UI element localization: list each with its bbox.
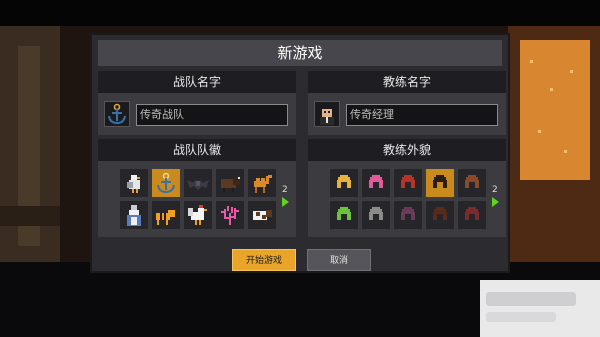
coach-name-header: 教练名字: [308, 71, 506, 93]
team-name-header: 战队名字: [98, 71, 296, 93]
anchor-icon: [157, 172, 175, 194]
cancel-button[interactable]: 取消: [307, 249, 371, 271]
hair-brown-icon: [465, 175, 479, 188]
logo-bison[interactable]: [216, 169, 244, 197]
wizard-icon: [127, 205, 141, 226]
coach-look-option[interactable]: [362, 169, 390, 197]
hair-black-icon: [433, 175, 447, 188]
coach-look-option[interactable]: [330, 201, 358, 229]
logo-wizard[interactable]: [120, 201, 148, 229]
background-shelf: [0, 206, 60, 226]
hair-maroon-icon: [465, 207, 479, 220]
coach-look-option[interactable]: [458, 169, 486, 197]
logo-seagull[interactable]: [120, 169, 148, 197]
logo-rooster[interactable]: [184, 201, 212, 229]
hair-dark-brown-icon: [433, 207, 447, 220]
logo-anchor[interactable]: [152, 169, 180, 197]
hair-blonde-icon: [337, 175, 351, 188]
hair-purple-icon: [401, 207, 415, 220]
team-logo-header: 战队队徽: [98, 139, 296, 161]
cow-icon: [253, 210, 272, 225]
coach-look-option[interactable]: [426, 169, 454, 197]
team-name-input[interactable]: 传奇战队: [136, 104, 288, 126]
coach-look-option[interactable]: [394, 201, 422, 229]
coach-look-option[interactable]: [330, 169, 358, 197]
coach-look-panel: 教练外貌 2: [308, 139, 506, 237]
coach-look-option[interactable]: [362, 201, 390, 229]
logo-cow[interactable]: [248, 201, 276, 229]
coach-look-header: 教练外貌: [308, 139, 506, 161]
coach-look-option[interactable]: [458, 201, 486, 229]
logo-coral[interactable]: [216, 201, 244, 229]
seagull-icon: [127, 175, 140, 193]
hair-red-icon: [401, 175, 415, 188]
coach-name-input[interactable]: 传奇经理: [346, 104, 498, 126]
dialog-title: 新游戏: [98, 40, 502, 66]
team-logo-panel: 战队队徽 2: [98, 139, 296, 237]
bat-icon: [187, 180, 209, 190]
hair-gray-icon: [369, 207, 383, 220]
team-logo-page-number: 2: [282, 185, 288, 195]
camel-icon: [254, 175, 272, 193]
next-page-arrow-icon[interactable]: [282, 197, 289, 207]
coach-look-option[interactable]: [426, 201, 454, 229]
hair-green-icon: [337, 207, 351, 220]
start-game-button[interactable]: 开始游戏: [232, 249, 296, 271]
coach-look-page-number: 2: [492, 185, 498, 195]
logo-camel[interactable]: [248, 169, 276, 197]
logo-bat[interactable]: [184, 169, 212, 197]
bison-icon: [221, 177, 240, 192]
coach-portrait-icon: [314, 101, 340, 127]
coach-look-option[interactable]: [394, 169, 422, 197]
background-window: [520, 40, 590, 180]
anchor-icon: [104, 101, 130, 127]
new-game-dialog: 新游戏 战队名字 传奇战队 教练名字 传奇经理 战队队徽 2 教练外貌 2 开始…: [90, 33, 510, 273]
coral-icon: [221, 206, 239, 225]
team-name-panel: 战队名字 传奇战队: [98, 71, 296, 135]
next-page-arrow-icon[interactable]: [492, 197, 499, 207]
hair-pink-icon: [369, 175, 383, 188]
rooster-icon: [188, 205, 207, 225]
background-wall: [0, 26, 60, 262]
logo-tiger[interactable]: [152, 201, 180, 229]
tiger-icon: [156, 210, 175, 225]
coach-name-panel: 教练名字 传奇经理: [308, 71, 506, 135]
top-letterbox: [0, 0, 600, 26]
corner-overlay-panel: [480, 280, 600, 337]
